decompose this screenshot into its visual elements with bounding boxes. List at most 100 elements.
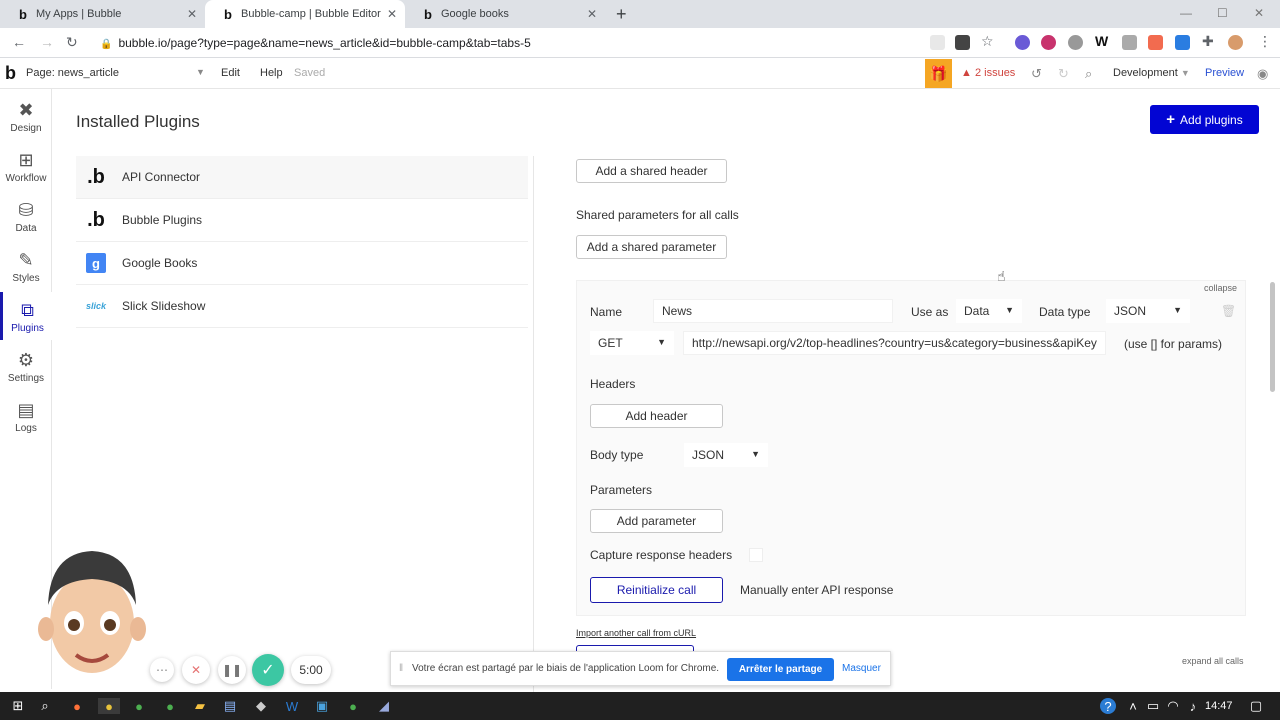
sidebar-item-plugins[interactable]: ⧉ Plugins — [0, 292, 52, 340]
extension-icon[interactable] — [1041, 35, 1056, 50]
chrome-icon[interactable]: ● — [98, 698, 120, 714]
call-name-input[interactable]: News — [653, 299, 893, 323]
close-icon[interactable]: ✕ — [187, 7, 197, 21]
more-icon[interactable]: ⋯ — [150, 658, 174, 682]
back-icon[interactable]: ← — [12, 34, 26, 50]
add-header-button[interactable]: Add header — [590, 404, 723, 428]
reload-icon[interactable]: ↻ — [66, 34, 78, 51]
reinitialize-call-button[interactable]: Reinitialize call — [590, 577, 723, 603]
help-menu[interactable]: Help — [260, 67, 283, 79]
expand-all-link[interactable]: expand all calls — [1182, 656, 1244, 666]
sidebar-item-logs[interactable]: ▤ Logs — [0, 392, 52, 440]
minimize-icon[interactable]: — — [1180, 6, 1192, 20]
extension-icon[interactable] — [1175, 35, 1190, 50]
chrome-icon[interactable]: ● — [131, 698, 147, 714]
profile-avatar[interactable] — [1228, 35, 1243, 50]
share-message: Votre écran est partagé par le biais de … — [412, 663, 720, 674]
drag-handle-icon[interactable]: ‖ — [399, 663, 403, 674]
app-icon[interactable]: ▤ — [222, 698, 238, 714]
issues-indicator[interactable]: ▲ 2 issues — [961, 67, 1015, 79]
star-icon[interactable]: ☆ — [981, 33, 994, 50]
windows-start-icon[interactable]: ⊞ — [10, 698, 26, 714]
data-type-select[interactable]: JSON ▼ — [1106, 299, 1190, 323]
trash-icon[interactable]: 🗑 — [1221, 304, 1236, 318]
app-icon[interactable]: ◆ — [253, 698, 269, 714]
method-select[interactable]: GET ▼ — [590, 331, 674, 355]
add-shared-header-button[interactable]: Add a shared header — [576, 159, 727, 183]
page-selector[interactable]: Page: news_article — [26, 67, 119, 79]
search-icon[interactable]: ⌕ — [37, 698, 53, 714]
close-window-icon[interactable]: ✕ — [1254, 6, 1264, 20]
redo-icon[interactable]: ↻ — [1058, 66, 1069, 82]
pause-icon[interactable]: ❚❚ — [218, 656, 246, 684]
camera-blocked-icon[interactable] — [930, 35, 945, 50]
forward-icon[interactable]: → — [40, 34, 54, 50]
chevron-down-icon[interactable]: ▼ — [196, 67, 205, 77]
chrome-icon[interactable]: ● — [162, 698, 178, 714]
use-as-select[interactable]: Data ▼ — [956, 299, 1022, 323]
import-curl-link[interactable]: Import another call from cURL — [576, 628, 696, 638]
sidebar-item-data[interactable]: ⛁ Data — [0, 192, 52, 240]
folder-icon[interactable]: ▰ — [192, 698, 208, 714]
capture-headers-checkbox[interactable] — [749, 548, 763, 562]
plugin-item-slick-slideshow[interactable]: slick Slick Slideshow — [76, 285, 528, 328]
endpoint-input[interactable]: http://newsapi.org/v2/top-headlines?coun… — [683, 331, 1106, 355]
finish-recording-icon[interactable]: ✓ — [252, 654, 284, 686]
sidebar-item-styles[interactable]: ✎ Styles — [0, 242, 52, 290]
plugin-item-google-books[interactable]: g Google Books — [76, 242, 528, 285]
volume-icon[interactable]: ♪ — [1185, 698, 1201, 714]
body-type-label: Body type — [590, 448, 644, 462]
firefox-icon[interactable]: ● — [69, 698, 85, 714]
cancel-recording-icon[interactable]: ✕ — [182, 656, 210, 684]
word-icon[interactable]: W — [284, 698, 300, 714]
puzzle-icon[interactable]: ✚ — [1202, 33, 1214, 50]
manual-response-link[interactable]: Manually enter API response — [740, 583, 893, 597]
browser-tab[interactable]: b Google books ✕ — [405, 0, 605, 28]
extension-icon[interactable] — [1148, 35, 1163, 50]
scrollbar[interactable] — [1270, 282, 1275, 392]
tray-chevron-icon[interactable]: ˄ — [1125, 698, 1141, 714]
maximize-icon[interactable]: ☐ — [1217, 6, 1228, 20]
wikipedia-icon[interactable]: W — [1095, 33, 1108, 49]
chrome-icon[interactable]: ● — [345, 698, 361, 714]
address-bar: ← → ↻ 🔒 bubble.io/page?type=page&name=new… — [0, 28, 1280, 58]
gift-icon[interactable]: 🎁 — [925, 59, 952, 88]
edit-menu[interactable]: Edit — [221, 67, 240, 79]
sidebar-item-settings[interactable]: ⚙ Settings — [0, 342, 52, 390]
hide-button[interactable]: Masquer — [842, 663, 881, 674]
notifications-icon[interactable]: ▢ — [1248, 698, 1264, 714]
undo-icon[interactable]: ↺ — [1031, 66, 1042, 82]
close-icon[interactable]: ✕ — [587, 7, 597, 21]
divider — [533, 156, 534, 696]
add-plugins-button[interactable]: + Add plugins — [1150, 105, 1259, 134]
stop-sharing-button[interactable]: Arrêter le partage — [727, 658, 834, 681]
battery-icon[interactable]: ▭ — [1145, 698, 1161, 714]
extension-icon[interactable] — [1068, 35, 1083, 50]
video-icon[interactable] — [955, 35, 970, 50]
parameters-label: Parameters — [590, 483, 653, 497]
add-shared-parameter-button[interactable]: Add a shared parameter — [576, 235, 727, 259]
sidebar-item-design[interactable]: ✖ Design — [0, 92, 52, 140]
user-icon[interactable]: ◉ — [1257, 66, 1268, 82]
app-icon[interactable]: ▣ — [314, 698, 330, 714]
eyedropper-icon[interactable] — [1122, 35, 1137, 50]
plugin-item-bubble-plugins[interactable]: .b Bubble Plugins — [76, 199, 528, 242]
app-icon[interactable]: ◢ — [376, 698, 392, 714]
environment-selector[interactable]: Development ▼ — [1113, 67, 1190, 79]
extension-icon[interactable] — [1015, 35, 1030, 50]
search-icon[interactable]: ⌕ — [1085, 66, 1092, 82]
wifi-icon[interactable]: ◠ — [1165, 698, 1181, 714]
collapse-link[interactable]: collapse — [1204, 283, 1237, 293]
close-icon[interactable]: ✕ — [387, 7, 397, 21]
preview-button[interactable]: Preview — [1205, 67, 1244, 79]
body-type-select[interactable]: JSON ▼ — [684, 443, 768, 467]
sidebar-item-workflow[interactable]: ⊞ Workflow — [0, 142, 52, 190]
help-icon[interactable]: ? — [1100, 698, 1116, 714]
browser-tab[interactable]: b My Apps | Bubble ✕ — [0, 0, 205, 28]
browser-tab-active[interactable]: b Bubble-camp | Bubble Editor ✕ — [205, 0, 405, 28]
new-tab-button[interactable]: + — [616, 4, 627, 25]
add-parameter-button[interactable]: Add parameter — [590, 509, 723, 533]
url-field[interactable]: 🔒 bubble.io/page?type=page&name=news_arti… — [100, 36, 531, 50]
menu-icon[interactable]: ⋮ — [1258, 33, 1272, 50]
plugin-item-api-connector[interactable]: .b API Connector — [76, 156, 528, 199]
